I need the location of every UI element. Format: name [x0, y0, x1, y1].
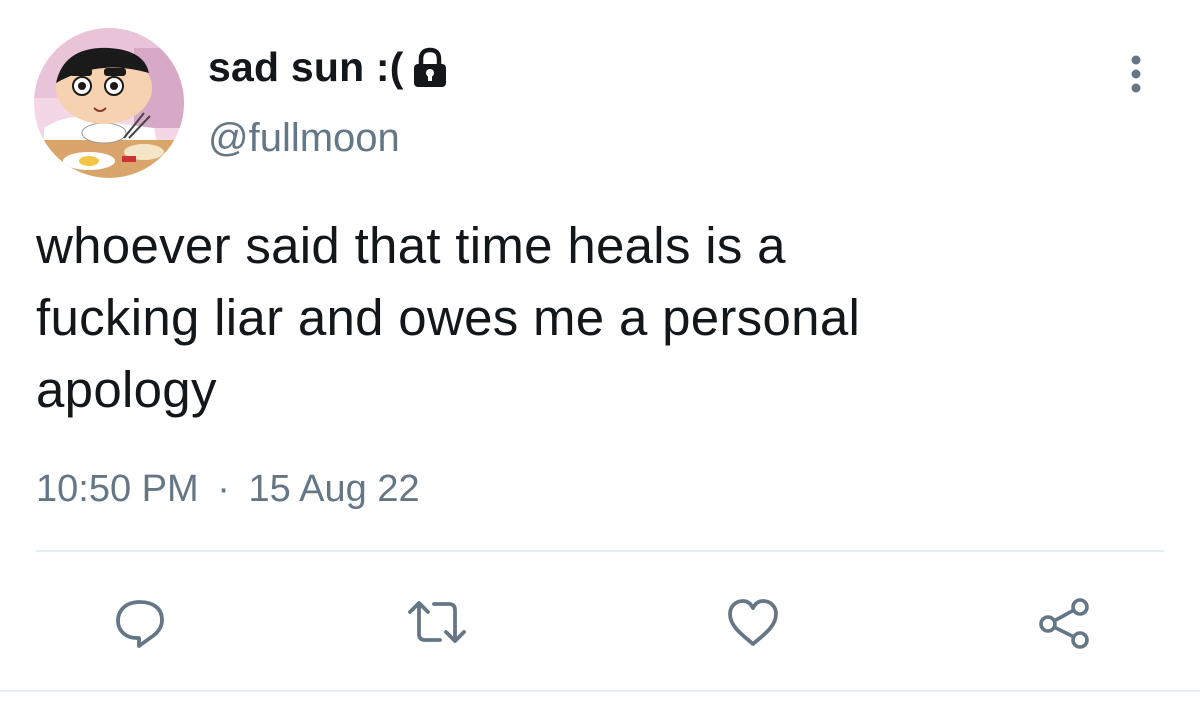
tweet-text-line: fucking liar and owes me a personal	[36, 289, 861, 346]
retweet-icon	[408, 601, 466, 643]
divider	[36, 550, 1164, 552]
share-icon	[1039, 598, 1089, 649]
tweet-text-line: apology	[36, 361, 217, 418]
retweet-button[interactable]	[404, 596, 466, 650]
timestamp[interactable]: 10:50 PM · 15 Aug 22	[36, 468, 420, 511]
tweet-time: 10:50 PM	[36, 468, 199, 510]
avatar[interactable]	[34, 28, 184, 178]
tweet-text: whoever said that time heals is a fuckin…	[36, 210, 1136, 426]
author-row: sad sun :(	[208, 40, 450, 94]
share-button[interactable]	[1036, 596, 1092, 650]
reply-icon	[116, 600, 164, 648]
heart-icon	[728, 599, 778, 646]
tweet-text-line: whoever said that time heals is a	[36, 217, 786, 274]
divider	[0, 690, 1200, 692]
avatar-image	[34, 28, 184, 178]
tweet-date: 15 Aug 22	[248, 468, 420, 510]
meta-separator: ·	[217, 468, 230, 510]
display-name[interactable]: sad sun :(	[208, 44, 404, 91]
more-options-button[interactable]	[1118, 50, 1154, 98]
vertical-dots-icon	[1131, 55, 1141, 93]
tweet-card: sad sun :( @fullmoon whoever said that t…	[0, 0, 1200, 710]
reply-button[interactable]	[112, 596, 168, 650]
handle[interactable]: @fullmoon	[208, 116, 400, 161]
lock-icon	[410, 45, 450, 89]
like-button[interactable]	[724, 596, 780, 650]
